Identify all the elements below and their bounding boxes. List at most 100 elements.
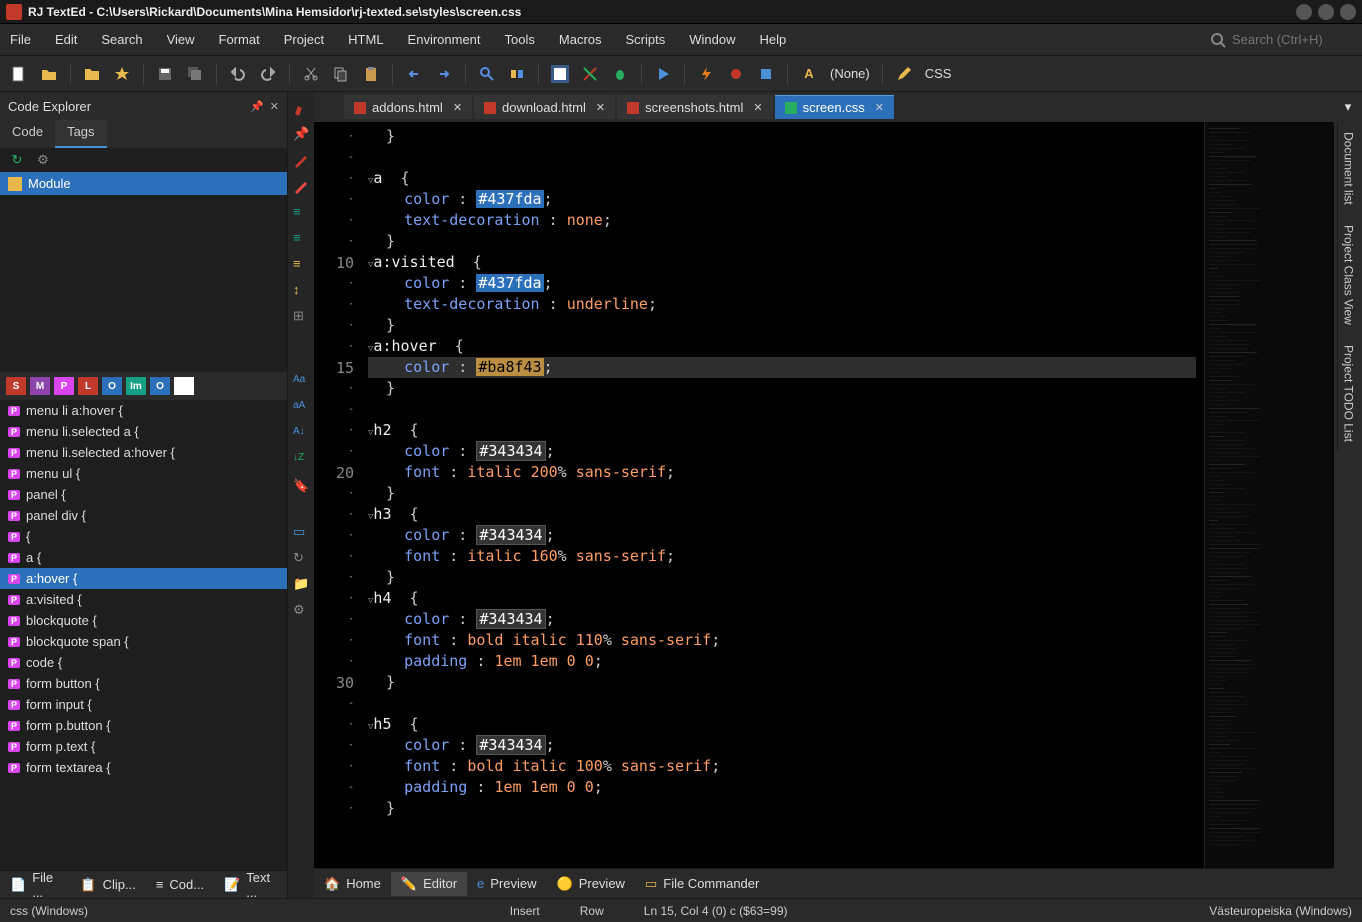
file-tab[interactable]: download.html✕ (474, 95, 615, 119)
search-box[interactable] (1210, 32, 1352, 48)
css-rule-item[interactable]: Pa:visited { (0, 589, 287, 610)
tab-close-icon[interactable]: ✕ (453, 101, 462, 114)
css-rule-item[interactable]: Ppanel { (0, 484, 287, 505)
css-rule-item[interactable]: Pcode { (0, 652, 287, 673)
back-icon[interactable] (405, 65, 423, 83)
menu-window[interactable]: Window (689, 32, 735, 47)
vtool-case2-icon[interactable]: aA (293, 400, 309, 416)
dropdown-none[interactable]: (None) (830, 66, 870, 81)
css-rule-item[interactable]: Pmenu li.selected a { (0, 421, 287, 442)
search-input[interactable] (1232, 32, 1352, 47)
minimize-button[interactable] (1296, 4, 1312, 20)
vtool-case-icon[interactable]: Aa (293, 374, 309, 390)
run-icon[interactable] (654, 65, 672, 83)
btab-file-commander[interactable]: ▭File Commander (635, 872, 769, 896)
panel-close-icon[interactable]: ✕ (270, 100, 279, 113)
pin-icon[interactable]: 📌 (250, 100, 264, 113)
css-rules-list[interactable]: Pmenu li a:hover {Pmenu li.selected a {P… (0, 400, 287, 870)
menu-search[interactable]: Search (101, 32, 142, 47)
filter-o[interactable]: O (102, 377, 122, 395)
explorer-tree[interactable]: Module (0, 172, 287, 372)
css-rule-item[interactable]: Pmenu li.selected a:hover { (0, 442, 287, 463)
vtool-refresh-icon[interactable]: ↻ (293, 550, 309, 566)
vtool-marker2[interactable] (293, 178, 309, 194)
maximize-button[interactable] (1318, 4, 1334, 20)
btab-editor[interactable]: ✏️Editor (391, 872, 467, 896)
rtab-project-todo[interactable]: Project TODO List (1337, 335, 1360, 452)
css-rule-item[interactable]: Pa { (0, 547, 287, 568)
css-rule-item[interactable]: Pform p.text { (0, 736, 287, 757)
vtool-preview-icon[interactable]: ▭ (293, 524, 309, 540)
vtool-ruler-icon[interactable]: ⊞ (293, 308, 309, 324)
code-editor[interactable]: }▽a { color : #437fda; text-decoration :… (360, 122, 1204, 868)
minimap[interactable]: ————————————————————————————————————————… (1204, 122, 1334, 868)
btab-preview-chrome[interactable]: 🟡Preview (547, 872, 635, 896)
filter-s[interactable]: S (6, 377, 26, 395)
css-rule-item[interactable]: Pform p.button { (0, 715, 287, 736)
tree-item-module[interactable]: Module (0, 172, 287, 195)
menu-scripts[interactable]: Scripts (626, 32, 666, 47)
tab-close-icon[interactable]: ✕ (875, 101, 884, 114)
css-rule-item[interactable]: P{ (0, 526, 287, 547)
filter-p[interactable]: P (54, 377, 74, 395)
copy-icon[interactable] (332, 65, 350, 83)
file-tab[interactable]: screen.css✕ (775, 95, 894, 119)
vtool-pencil-red[interactable] (293, 100, 309, 116)
vtool-sortaz-icon[interactable]: A↓ (293, 426, 309, 442)
vtool-folder-icon[interactable]: 📁 (293, 576, 309, 592)
tab-tags[interactable]: Tags (55, 120, 106, 148)
css-rule-item[interactable]: Pmenu li a:hover { (0, 400, 287, 421)
css-rule-item[interactable]: Pform textarea { (0, 757, 287, 778)
star-icon[interactable] (113, 65, 131, 83)
save-icon[interactable] (156, 65, 174, 83)
rtab-document-list[interactable]: Document list (1337, 122, 1360, 215)
save-all-icon[interactable] (186, 65, 204, 83)
tab-dropdown-icon[interactable]: ▾ (1345, 92, 1352, 122)
close-button[interactable] (1340, 4, 1356, 20)
highlight-icon[interactable] (508, 65, 526, 83)
btab-home[interactable]: 🏠Home (314, 872, 391, 896)
vtool-indent-icon[interactable]: ≡ (293, 204, 309, 220)
undo-icon[interactable] (229, 65, 247, 83)
lightning-icon[interactable] (697, 65, 715, 83)
file-tab[interactable]: screenshots.html✕ (617, 95, 772, 119)
vtool-format-icon[interactable]: ≡ (293, 256, 309, 272)
left-tab-cod[interactable]: ≡Cod... (146, 873, 214, 896)
menu-file[interactable]: File (10, 32, 31, 47)
filter-o2[interactable]: O (150, 377, 170, 395)
menu-edit[interactable]: Edit (55, 32, 77, 47)
menu-format[interactable]: Format (219, 32, 260, 47)
cut-icon[interactable] (302, 65, 320, 83)
left-tab-text[interactable]: 📝Text ... (214, 866, 287, 899)
css-rule-item[interactable]: Pblockquote span { (0, 631, 287, 652)
pencil-icon[interactable] (895, 65, 913, 83)
file-tab[interactable]: addons.html✕ (344, 95, 472, 119)
folder-icon[interactable] (83, 65, 101, 83)
filter-im[interactable]: Im (126, 377, 146, 395)
open-file-icon[interactable] (40, 65, 58, 83)
forward-icon[interactable] (435, 65, 453, 83)
zoom-icon[interactable] (478, 65, 496, 83)
vtool-outdent-icon[interactable]: ≡ (293, 230, 309, 246)
new-file-icon[interactable] (10, 65, 28, 83)
stop-icon[interactable] (757, 65, 775, 83)
paste-icon[interactable] (362, 65, 380, 83)
menu-html[interactable]: HTML (348, 32, 383, 47)
redo-icon[interactable] (259, 65, 277, 83)
vtool-sortza-icon[interactable]: ↓Z (293, 452, 309, 468)
btab-preview-ie[interactable]: ePreview (467, 872, 546, 895)
css-rule-item[interactable]: Pa:hover { (0, 568, 287, 589)
tab-close-icon[interactable]: ✕ (753, 101, 762, 114)
vtool-bookmark-icon[interactable]: 🔖 (293, 478, 309, 494)
tools-icon[interactable] (581, 65, 599, 83)
vtool-sort-icon[interactable]: ↕ (293, 282, 309, 298)
menu-project[interactable]: Project (284, 32, 324, 47)
tab-close-icon[interactable]: ✕ (596, 101, 605, 114)
vtool-pin[interactable]: 📌 (293, 126, 309, 142)
vtool-gears-icon[interactable]: ⚙ (293, 602, 309, 618)
css-rule-item[interactable]: Pmenu ul { (0, 463, 287, 484)
gutter[interactable]: ·-····10····15·-··20·········30-···-· (314, 122, 360, 868)
menu-environment[interactable]: Environment (408, 32, 481, 47)
rtab-project-class-view[interactable]: Project Class View (1337, 215, 1360, 335)
css-rule-item[interactable]: Ppanel div { (0, 505, 287, 526)
